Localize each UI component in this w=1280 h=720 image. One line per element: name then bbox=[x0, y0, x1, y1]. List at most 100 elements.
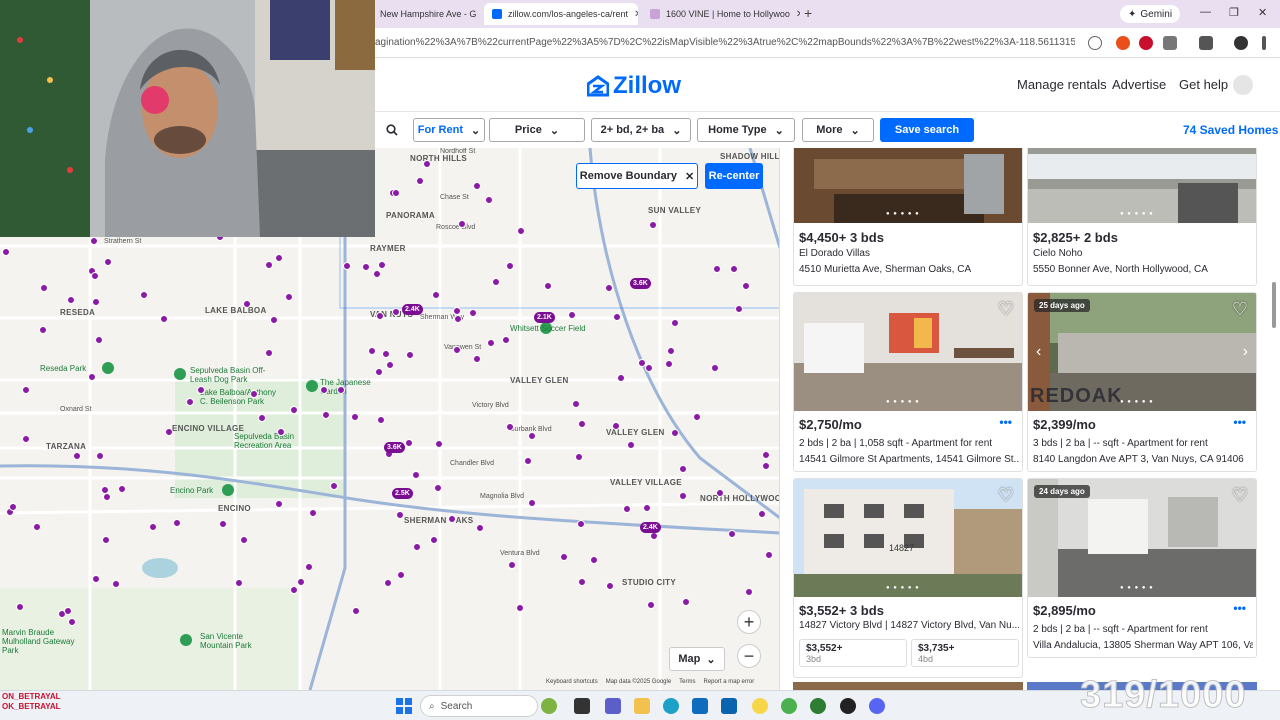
map-pin[interactable] bbox=[469, 309, 477, 317]
map-pin[interactable] bbox=[613, 313, 621, 321]
map-pin[interactable] bbox=[343, 262, 351, 270]
map-pin[interactable] bbox=[265, 261, 273, 269]
heart-icon[interactable]: ♡ bbox=[998, 485, 1014, 506]
close-icon[interactable]: ✕ bbox=[790, 9, 800, 20]
more-options-icon[interactable]: ••• bbox=[1233, 601, 1246, 615]
map-pin[interactable] bbox=[290, 586, 298, 594]
map-pin[interactable] bbox=[430, 536, 438, 544]
map-pin[interactable] bbox=[572, 400, 580, 408]
heart-icon[interactable]: ♡ bbox=[1232, 485, 1248, 506]
map-pin[interactable] bbox=[506, 423, 514, 431]
listing-address[interactable]: 14827 Victory Blvd | 14827 Victory Blvd,… bbox=[799, 620, 1019, 631]
price-dropdown[interactable]: Price ⌄ bbox=[489, 118, 585, 142]
chrome-profile-icon[interactable] bbox=[810, 698, 826, 714]
map-pin[interactable] bbox=[64, 607, 72, 615]
save-search-button[interactable]: Save search bbox=[880, 118, 974, 142]
map-pin[interactable] bbox=[412, 471, 420, 479]
avatar[interactable] bbox=[1233, 75, 1253, 95]
report-map-error-link[interactable]: Report a map error bbox=[704, 679, 755, 685]
map-pin[interactable] bbox=[186, 398, 194, 406]
map-pin[interactable] bbox=[118, 485, 126, 493]
map-pin[interactable] bbox=[337, 386, 345, 394]
listing-card[interactable]: ● ● ● ● ● $4,450+ 3 bds El Dorado Villas… bbox=[793, 148, 1023, 286]
map-pin[interactable] bbox=[22, 435, 30, 443]
listing-photo[interactable] bbox=[794, 479, 1023, 597]
map-pin[interactable] bbox=[762, 462, 770, 470]
map-pin[interactable] bbox=[434, 484, 442, 492]
extension-icon[interactable] bbox=[1116, 36, 1130, 50]
map-pin[interactable] bbox=[95, 336, 103, 344]
map-pin[interactable] bbox=[277, 428, 285, 436]
map-pin[interactable] bbox=[667, 347, 675, 355]
map-pin[interactable] bbox=[578, 578, 586, 586]
nav-manage-rentals[interactable]: Manage rentals bbox=[1017, 77, 1107, 92]
file-explorer-icon[interactable] bbox=[634, 698, 650, 714]
map-pin[interactable] bbox=[73, 452, 81, 460]
map-pin[interactable] bbox=[297, 578, 305, 586]
map-pin[interactable] bbox=[322, 411, 330, 419]
heart-icon[interactable]: ♡ bbox=[1232, 299, 1248, 320]
map-pin[interactable] bbox=[102, 536, 110, 544]
map-cluster[interactable]: 2.1K bbox=[534, 312, 555, 323]
map-pin[interactable] bbox=[104, 258, 112, 266]
map-pin[interactable] bbox=[375, 368, 383, 376]
search-button[interactable] bbox=[375, 118, 409, 142]
keyboard-shortcuts-link[interactable]: Keyboard shortcuts bbox=[546, 679, 598, 685]
close-window-icon[interactable]: ✕ bbox=[1258, 6, 1267, 19]
taskbar-search[interactable]: ⌕ Search bbox=[420, 695, 538, 717]
listing-card-peek[interactable] bbox=[793, 682, 1023, 690]
map-cluster[interactable]: 2.4K bbox=[402, 304, 423, 315]
map-pin[interactable] bbox=[368, 347, 376, 355]
map-pin[interactable] bbox=[397, 571, 405, 579]
tab-zillow[interactable]: zillow.com/los-angeles-ca/rent ✕ bbox=[484, 3, 638, 25]
remove-boundary-button[interactable]: Remove Boundary ✕ bbox=[576, 163, 698, 189]
map-pin[interactable] bbox=[568, 311, 576, 319]
opera-icon[interactable] bbox=[1139, 36, 1153, 50]
task-view-icon[interactable] bbox=[574, 698, 590, 714]
map-pin[interactable] bbox=[590, 556, 598, 564]
zoom-out-button[interactable]: − bbox=[737, 644, 761, 668]
map-pin[interactable] bbox=[693, 413, 701, 421]
store-icon[interactable] bbox=[692, 698, 708, 714]
map-pin[interactable] bbox=[643, 504, 651, 512]
map-pin[interactable] bbox=[735, 305, 743, 313]
map-pin[interactable] bbox=[243, 300, 251, 308]
map-pin[interactable] bbox=[671, 319, 679, 327]
map-pin[interactable] bbox=[160, 315, 168, 323]
map-pin[interactable] bbox=[285, 293, 293, 301]
url-field[interactable]: agination%22%3A%7B%22currentPage%22%3A5%… bbox=[375, 34, 1075, 52]
unit-option[interactable]: $3,735+ 4bd bbox=[911, 639, 1019, 667]
map-pin[interactable] bbox=[351, 413, 359, 421]
zillow-logo[interactable]: Zillow bbox=[587, 72, 681, 100]
map-cluster[interactable]: 2.4K bbox=[640, 522, 661, 533]
map-pin[interactable] bbox=[90, 237, 98, 245]
map-pin[interactable] bbox=[528, 432, 536, 440]
map-pin[interactable] bbox=[91, 272, 99, 280]
map-pin[interactable] bbox=[416, 177, 424, 185]
windows-start-icon[interactable] bbox=[396, 698, 412, 714]
map-pin[interactable] bbox=[745, 588, 753, 596]
saved-homes-link[interactable]: 74 Saved Homes bbox=[1183, 123, 1278, 137]
map-pin[interactable] bbox=[476, 524, 484, 532]
map-pin[interactable] bbox=[406, 351, 414, 359]
map-pin[interactable] bbox=[487, 339, 495, 347]
restore-icon[interactable]: ❐ bbox=[1229, 6, 1239, 19]
map-pin[interactable] bbox=[617, 374, 625, 382]
listing-card[interactable]: 14827 ♡ ● ● ● ● ● $3,552+ 3 bds 14827 Vi… bbox=[793, 478, 1023, 678]
minimize-icon[interactable]: — bbox=[1200, 6, 1211, 18]
map-pin[interactable] bbox=[197, 386, 205, 394]
map-pin[interactable] bbox=[88, 373, 96, 381]
map-pin[interactable] bbox=[382, 350, 390, 358]
discord-icon[interactable] bbox=[869, 698, 885, 714]
listings-scrollbar[interactable] bbox=[1270, 148, 1278, 690]
map-pin[interactable] bbox=[560, 553, 568, 561]
map-pin[interactable] bbox=[265, 349, 273, 357]
map-pin[interactable] bbox=[309, 509, 317, 517]
listing-card[interactable]: ♡ ● ● ● ● ● $2,750/mo ••• 2 bds | 2 ba |… bbox=[793, 292, 1023, 472]
map-pin[interactable] bbox=[376, 312, 384, 320]
map-pin[interactable] bbox=[413, 543, 421, 551]
map-pin[interactable] bbox=[39, 326, 47, 334]
map-cluster[interactable]: 2.5K bbox=[392, 488, 413, 499]
map-pin[interactable] bbox=[240, 536, 248, 544]
listing-address[interactable]: 8140 Langdon Ave APT 3, Van Nuys, CA 914… bbox=[1033, 454, 1253, 465]
